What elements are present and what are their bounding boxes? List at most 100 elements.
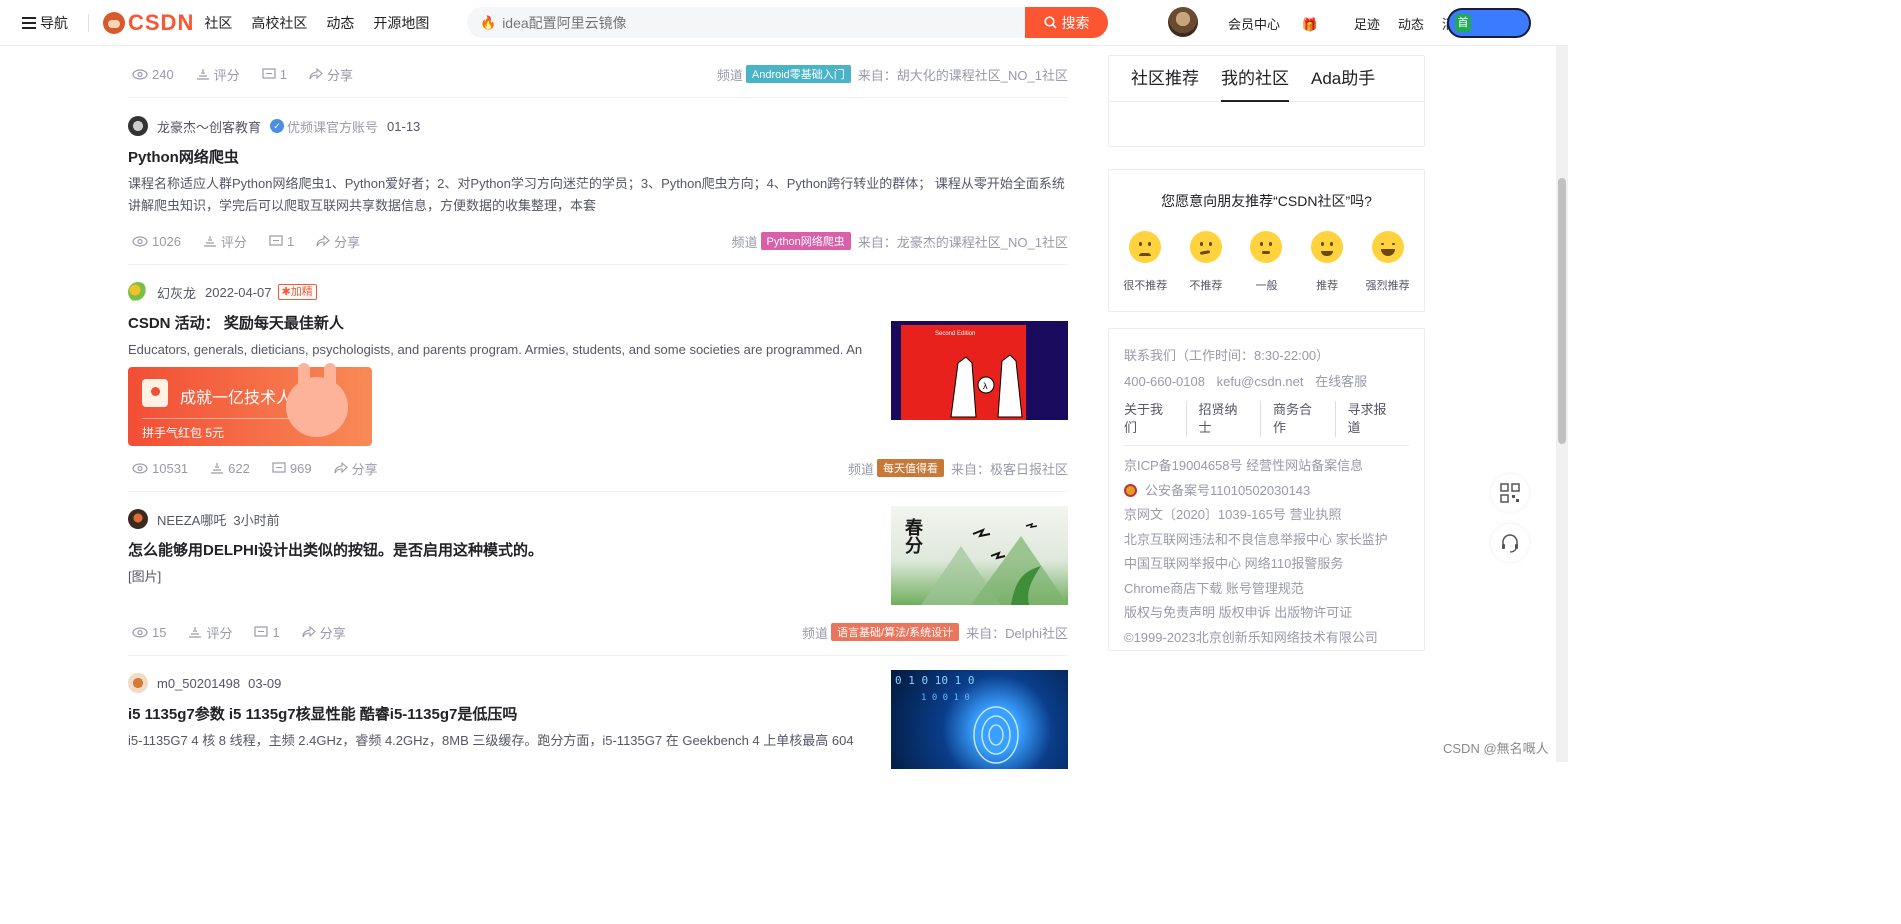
source-link[interactable]: 来自：龙豪杰的课程社区_NO_1社区 [858, 232, 1068, 251]
article-thumbnail[interactable]: 春分 [891, 506, 1068, 605]
share-button[interactable]: 分享 [302, 623, 346, 642]
license-line[interactable]: 中国互联网举报中心 网络110报警服务 [1124, 552, 1409, 577]
headset-icon [1502, 534, 1518, 553]
rate-button[interactable]: 622 [210, 459, 250, 478]
rate-button[interactable]: 评分 [188, 623, 232, 642]
article-thumbnail[interactable]: Second Edition λ [891, 321, 1068, 420]
about-link[interactable]: 关于我们 [1124, 401, 1187, 437]
author-name[interactable]: NEEZA哪吒 [157, 510, 226, 529]
channel-tag[interactable]: Android零基础入门 [745, 65, 851, 83]
customer-service-button[interactable] [1491, 524, 1529, 562]
license-line[interactable]: 京ICP备19004658号 经营性网站备案信息 [1124, 454, 1409, 479]
qrcode-icon [1500, 483, 1520, 503]
csdn-logo[interactable]: CSDN [103, 10, 194, 36]
share-button[interactable]: 分享 [334, 459, 378, 478]
rate-button[interactable]: 评分 [196, 65, 240, 84]
tab-community-recommend[interactable]: 社区推荐 [1131, 56, 1199, 102]
face-option-very-unlikely[interactable]: 很不推荐 [1117, 231, 1173, 293]
article-item[interactable]: 龙豪杰～创客教育 ✓ 优频课官方账号 01-13 Python网络爬虫 课程名称适… [128, 98, 1068, 265]
rate-icon [189, 627, 202, 638]
footprint-link[interactable]: 足迹 [1354, 14, 1380, 33]
user-avatar[interactable] [1168, 7, 1198, 37]
comment-icon [269, 234, 283, 246]
angry-face-icon [1129, 231, 1162, 263]
article-stats: 10531 622 969 分享 频道 每天值得看 来自：极客日报社区 [128, 458, 1068, 478]
channel-tag[interactable]: 语言基础/算法/系统设计 [831, 623, 960, 641]
rate-button[interactable]: 评分 [203, 232, 247, 251]
face-option-likely[interactable]: 推荐 [1299, 231, 1355, 293]
menu-icon [22, 16, 36, 29]
author-name[interactable]: m0_50201498 [157, 676, 240, 691]
article-title[interactable]: Python网络爬虫 [128, 146, 1068, 167]
channel-tag[interactable]: 每天值得看 [876, 459, 944, 477]
search-bar: 🔥 搜索 [467, 7, 1108, 38]
author-avatar[interactable] [128, 509, 148, 529]
license-line[interactable]: Chrome商店下载 账号管理规范 [1124, 577, 1409, 602]
comment-icon [262, 67, 276, 79]
source-link[interactable]: 来自：极客日报社区 [951, 459, 1068, 478]
member-center-link[interactable]: 会员中心 🎁 [1228, 14, 1336, 33]
channel-label: 频道 [716, 67, 743, 83]
search-button[interactable]: 搜索 [1025, 7, 1108, 38]
author-row: 幻灰龙 2022-04-07 ✱加精 [128, 282, 1068, 302]
face-option-neutral[interactable]: 一般 [1238, 231, 1294, 293]
comment-button[interactable]: 969 [272, 459, 312, 478]
red-packet-subtitle: 拼手气红包 5元 [142, 426, 225, 440]
nav-menu-button[interactable]: 导航 [22, 13, 68, 33]
license-line[interactable]: 公安备案号11010502030143 [1124, 479, 1409, 504]
nav-link-campus[interactable]: 高校社区 [251, 13, 307, 33]
article-item[interactable]: Second Edition λ 幻灰龙 2022-04-07 ✱加精 CSDN… [128, 265, 1068, 492]
share-button[interactable]: 分享 [309, 65, 353, 84]
business-link[interactable]: 商务合作 [1261, 401, 1336, 437]
smile-face-icon [1311, 231, 1344, 263]
nav-link-community[interactable]: 社区 [204, 13, 232, 33]
red-packet-card[interactable]: 成就一亿技术人! 拼手气红包 5元 [128, 363, 372, 446]
qrcode-button[interactable] [1491, 474, 1529, 512]
press-link[interactable]: 寻求报道 [1336, 401, 1410, 437]
license-line[interactable]: 版权与免责声明 版权申诉 出版物许可证 [1124, 601, 1409, 626]
svg-text:λ: λ [983, 381, 988, 391]
search-icon [1043, 16, 1057, 29]
article-item[interactable]: 春分 NEEZA哪吒 3小时前 怎么能够用DELPHI设计出类似的按钮。是否启用… [128, 492, 1068, 656]
author-name[interactable]: 幻灰龙 [157, 283, 196, 302]
page-scrollbar[interactable] [1556, 0, 1568, 762]
share-button[interactable]: 分享 [316, 232, 360, 251]
rate-icon [196, 69, 209, 80]
comment-button[interactable]: 1 [254, 623, 280, 642]
contact-section: 联系我们（工作时间：8:30-22:00） 400-660-0108 kefu@… [1109, 329, 1424, 650]
source-link[interactable]: 来自：Delphi社区 [966, 623, 1068, 642]
nav-link-opensource-map[interactable]: 开源地图 [373, 13, 429, 33]
license-line[interactable]: 京网文〔2020〕1039-165号 营业执照 [1124, 503, 1409, 528]
careers-link[interactable]: 招贤纳士 [1187, 401, 1261, 437]
contact-hours: 联系我们（工作时间：8:30-22:00） [1124, 348, 1330, 363]
channel-tag[interactable]: Python网络爬虫 [760, 232, 851, 250]
article-thumbnail[interactable]: 0 1 0 10 1 0 1 0 0 1 0 [891, 670, 1068, 769]
article-feed: 240 评分 1 分享 频道 Android零基础入门 来自：胡大化的课程社区_… [128, 46, 1068, 769]
dynamics-link[interactable]: 动态 [1398, 14, 1424, 33]
comment-button[interactable]: 1 [262, 65, 287, 84]
online-service-link[interactable]: 在线客服 [1315, 374, 1367, 389]
article-desc: 课程名称适应人群Python网络爬虫1、Python爱好者；2、对Python学… [128, 176, 1065, 213]
scrollbar-thumb[interactable] [1558, 178, 1566, 444]
author-avatar[interactable] [128, 673, 148, 693]
article-stats: 15 评分 1 分享 频道 语言基础/算法/系统设计 来自：Delphi社区 [128, 622, 1068, 642]
license-line[interactable]: 北京互联网违法和不良信息举报中心 家长监护 [1124, 528, 1409, 553]
author-name[interactable]: 龙豪杰～创客教育 [157, 117, 261, 136]
comment-button[interactable]: 1 [269, 232, 294, 251]
nav-link-activity[interactable]: 动态 [326, 13, 354, 33]
article-item[interactable]: 0 1 0 10 1 01 0 0 1 0 m0_50201498 03-09 … [128, 656, 1068, 769]
recommend-survey-panel: 您愿意向朋友推荐“CSDN社区”吗? 很不推荐 不推荐 一般 推荐 强烈推荐 [1108, 169, 1425, 312]
search-input[interactable] [502, 14, 1023, 31]
create-button[interactable]: 首 [1447, 8, 1531, 38]
community-tabs: 社区推荐 我的社区 Ada助手 [1109, 56, 1424, 102]
author-avatar[interactable] [128, 116, 148, 136]
share-icon [302, 626, 316, 638]
tab-ada-assistant[interactable]: Ada助手 [1311, 56, 1375, 102]
email-link[interactable]: kefu@csdn.net [1217, 374, 1304, 389]
verified-badge: ✓ 优频课官方账号 [270, 117, 378, 136]
face-option-very-likely[interactable]: 强烈推荐 [1360, 231, 1416, 293]
face-option-unlikely[interactable]: 不推荐 [1178, 231, 1234, 293]
tab-my-community[interactable]: 我的社区 [1221, 56, 1289, 102]
author-avatar[interactable] [128, 282, 148, 302]
source-link[interactable]: 来自：胡大化的课程社区_NO_1社区 [858, 65, 1068, 84]
